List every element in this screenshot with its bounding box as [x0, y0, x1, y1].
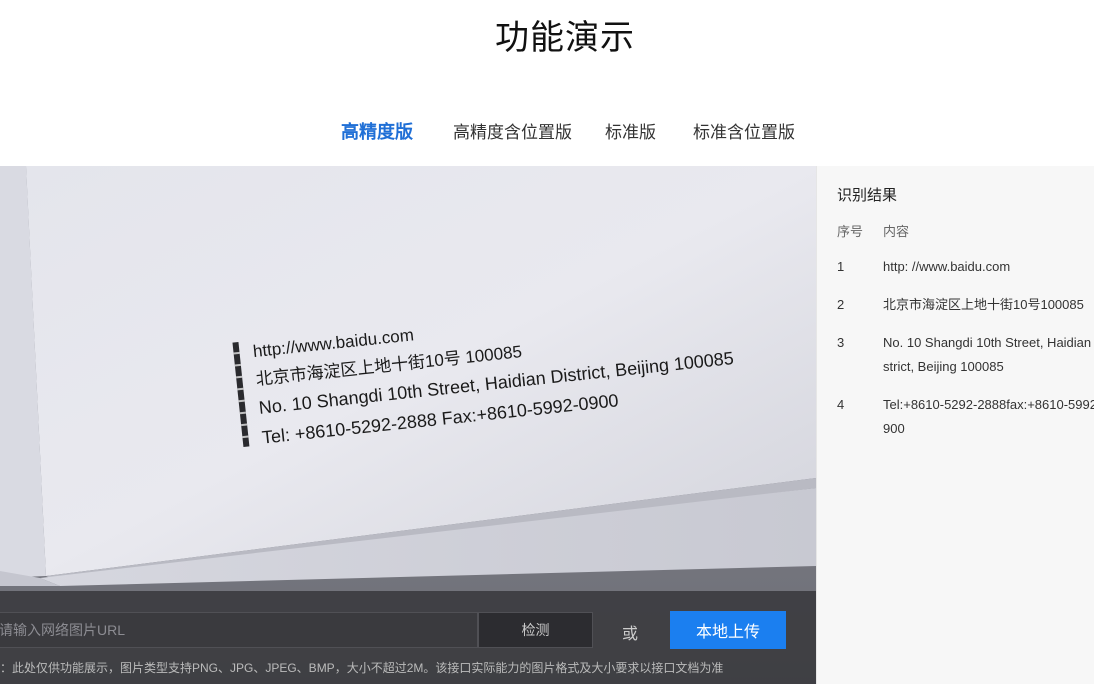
tab-standard-location[interactable]: 标准含位置版: [693, 118, 795, 143]
version-tabs: 高精度版 高精度含位置版 标准版 标准含位置版: [0, 118, 1094, 142]
result-index: 2: [837, 297, 845, 312]
image-url-input[interactable]: [0, 612, 478, 648]
upload-controls: 检测 或 本地上传 提示：此处仅供功能展示，图片类型支持PNG、JPG、JPEG…: [0, 591, 816, 684]
local-upload-button[interactable]: 本地上传: [670, 611, 786, 649]
tab-high-precision-location[interactable]: 高精度含位置版: [453, 118, 572, 143]
column-content-header: 内容: [883, 224, 910, 239]
result-panel: 识别结果 序号 内容 1 http: //www.baidu.com 2 北京市…: [816, 166, 1094, 684]
or-label: 或: [622, 626, 639, 643]
result-text: http: //www.baidu.com: [883, 259, 1011, 274]
detect-button[interactable]: 检测: [478, 612, 593, 648]
column-index-header: 序号: [837, 224, 864, 239]
result-text: 北京市海淀区上地十街10号100085: [883, 297, 1084, 312]
tab-standard[interactable]: 标准版: [605, 118, 656, 143]
result-index: 3: [837, 335, 845, 350]
result-index: 1: [837, 259, 845, 274]
result-index: 4: [837, 397, 845, 412]
format-notice: 提示：此处仅供功能展示，图片类型支持PNG、JPG、JPEG、BMP，大小不超过…: [0, 661, 724, 675]
result-text: No. 10 Shangdi 10th Street, Haidian Dist…: [883, 335, 1094, 374]
demo-image-area: http://www.baidu.com 北京市海淀区上地十街10号 10008…: [0, 166, 816, 684]
result-title: 识别结果: [837, 187, 898, 204]
result-text: Tel:+8610-5292-2888fax:+8610-5992-0900: [883, 397, 1094, 436]
page-title: 功能演示: [495, 19, 635, 57]
tab-high-precision[interactable]: 高精度版: [341, 118, 413, 144]
